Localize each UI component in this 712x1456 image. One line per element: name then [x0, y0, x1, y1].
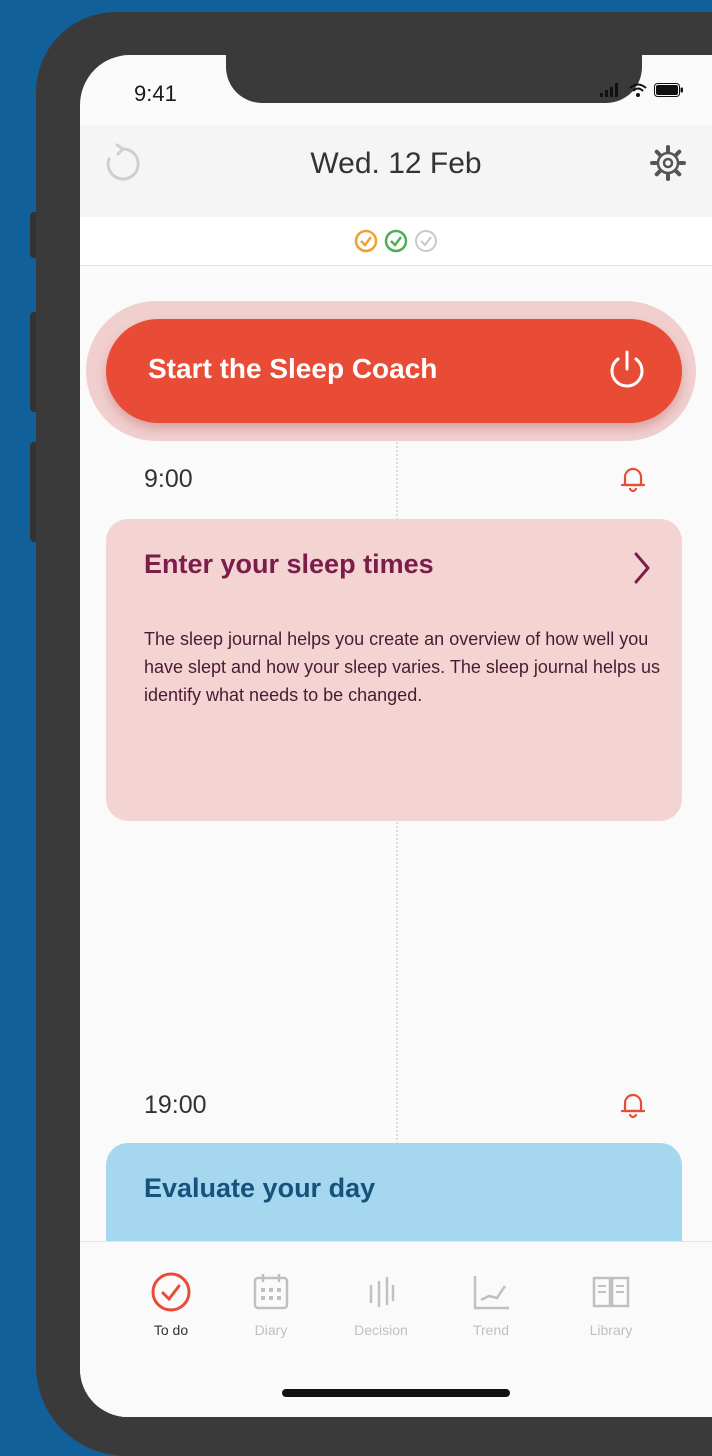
card-description: The sleep journal helps you create an ov…	[144, 629, 660, 705]
header-date: Wed. 12 Feb	[310, 147, 482, 180]
tab-label: To do	[153, 1322, 189, 1338]
tab-library[interactable]: Library	[556, 1270, 666, 1338]
tab-trend[interactable]: Trend	[436, 1270, 546, 1338]
gear-icon[interactable]	[648, 143, 688, 183]
tab-label: Decision	[354, 1322, 408, 1338]
tab-diary[interactable]: Diary	[216, 1270, 326, 1338]
battery-icon	[654, 83, 683, 97]
power-icon	[610, 350, 644, 388]
header: Wed. 12 Feb	[80, 125, 712, 217]
notch	[226, 55, 642, 103]
bell-icon[interactable]	[620, 463, 646, 493]
card-title: Evaluate your day	[144, 1173, 376, 1203]
tab-to-do[interactable]: To do	[116, 1270, 226, 1338]
signal-icon	[600, 83, 618, 97]
check-circle-icon	[151, 1272, 191, 1312]
status-icons	[600, 83, 684, 97]
check-circle-icon	[354, 229, 378, 253]
coach-button-label: Start the Sleep Coach	[148, 353, 438, 384]
start-sleep-coach-button[interactable]: Start the Sleep Coach	[106, 319, 682, 423]
tab-label: Diary	[254, 1322, 288, 1338]
check-circle-icon	[384, 229, 408, 253]
book-icon	[592, 1276, 630, 1308]
decision-icon	[369, 1276, 395, 1308]
app-screen: 9:41 Wed. 12 Feb Start the Sleep Coach 9…	[80, 55, 712, 1417]
trend-icon	[473, 1276, 509, 1310]
day-progress	[80, 217, 712, 266]
check-circle-icon	[415, 230, 437, 252]
bell-icon[interactable]	[620, 1089, 646, 1119]
tab-label: Trend	[472, 1322, 510, 1338]
home-indicator[interactable]	[282, 1389, 510, 1397]
tab-decision[interactable]: Decision	[326, 1270, 436, 1338]
chevron-right-icon	[634, 552, 650, 584]
tab-label: Library	[589, 1322, 633, 1338]
sleep-times-card[interactable]: Enter your sleep times The sleep journal…	[106, 519, 682, 821]
schedule-time: 19:00	[144, 1091, 207, 1119]
schedule-time: 9:00	[144, 465, 193, 493]
wifi-icon	[629, 83, 647, 97]
status-time: 9:41	[134, 81, 177, 106]
card-title: Enter your sleep times	[144, 549, 434, 579]
calendar-icon	[253, 1274, 289, 1310]
